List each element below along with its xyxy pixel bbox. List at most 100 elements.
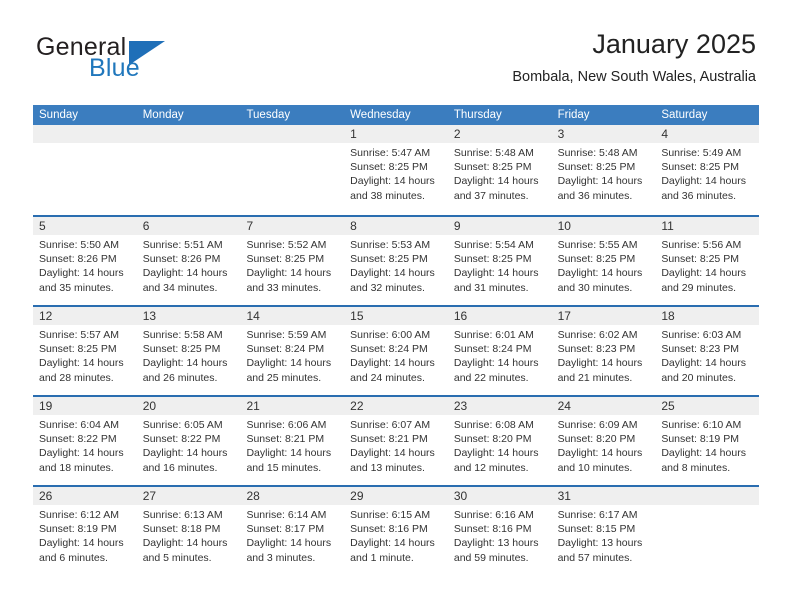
day-number: 12	[39, 309, 53, 323]
calendar-day-cell[interactable]: 14 Sunrise: 5:59 AM Sunset: 8:24 PM Dayligh…	[240, 307, 345, 395]
daylight-text-line1: Daylight: 14 hours	[350, 537, 435, 550]
daylight-text-line2: and 33 minutes.	[246, 281, 322, 294]
daylight-text-line2: and 8 minutes.	[661, 461, 731, 474]
sunset-text: Sunset: 8:25 PM	[39, 343, 117, 356]
sunrise-text: Sunrise: 5:48 AM	[453, 147, 534, 159]
day-number-band: 28	[240, 487, 345, 505]
day-details: Sunrise: 5:51 AM Sunset: 8:26 PM Daylight:…	[137, 235, 241, 295]
sunrise-text: Sunrise: 6:15 AM	[350, 509, 431, 521]
day-number-band: 5	[33, 217, 137, 235]
calendar-day-cell[interactable]: 25 Sunrise: 6:10 AM Sunset: 8:19 PM Dayligh…	[655, 397, 760, 485]
daylight-text-line1: Daylight: 14 hours	[557, 175, 643, 188]
calendar-day-cell[interactable]: 31 Sunrise: 6:17 AM Sunset: 8:15 PM Dayligh…	[551, 487, 656, 575]
calendar-week-row: 26 Sunrise: 6:12 AM Sunset: 8:19 PM Dayligh…	[33, 485, 760, 575]
day-number: 18	[661, 309, 675, 323]
daylight-text-line1: Daylight: 14 hours	[661, 267, 746, 280]
calendar-day-cell[interactable]: 28 Sunrise: 6:14 AM Sunset: 8:17 PM Dayligh…	[240, 487, 345, 575]
sunset-text: Sunset: 8:25 PM	[246, 253, 325, 266]
day-details: Sunrise: 5:49 AM Sunset: 8:25 PM Daylight:…	[655, 143, 759, 203]
day-number: 22	[350, 399, 364, 413]
sunset-text: Sunset: 8:25 PM	[350, 161, 428, 174]
sunrise-text: Sunrise: 5:54 AM	[453, 239, 534, 251]
calendar-day-cell[interactable]: 1 Sunrise: 5:47 AM Sunset: 8:25 PM Daylight…	[344, 125, 448, 215]
day-number: 24	[557, 399, 571, 413]
day-details: Sunrise: 6:10 AM Sunset: 8:19 PM Daylight:…	[655, 415, 759, 475]
day-details: Sunrise: 5:53 AM Sunset: 8:25 PM Daylight:…	[344, 235, 448, 295]
logo-word-blue: Blue	[89, 54, 140, 82]
calendar-day-empty	[136, 125, 241, 215]
day-number-band: 27	[136, 487, 241, 505]
calendar-day-empty	[33, 125, 137, 215]
daylight-text-line1: Daylight: 14 hours	[142, 447, 228, 460]
sunrise-text: Sunrise: 6:17 AM	[557, 509, 638, 521]
sunrise-text: Sunrise: 6:08 AM	[453, 419, 534, 431]
sunset-text: Sunset: 8:25 PM	[350, 253, 428, 266]
daylight-text-line1: Daylight: 14 hours	[39, 447, 124, 460]
calendar-day-cell[interactable]: 20 Sunrise: 6:05 AM Sunset: 8:22 PM Dayligh…	[136, 397, 241, 485]
day-number: 3	[557, 127, 565, 141]
daylight-text-line2: and 32 minutes.	[350, 281, 425, 294]
daylight-text-line1: Daylight: 14 hours	[350, 447, 435, 460]
calendar-week-row: 19 Sunrise: 6:04 AM Sunset: 8:22 PM Dayligh…	[33, 395, 760, 485]
calendar-day-cell[interactable]: 16 Sunrise: 6:01 AM Sunset: 8:24 PM Dayligh…	[447, 307, 552, 395]
calendar-day-cell[interactable]: 2 Sunrise: 5:48 AM Sunset: 8:25 PM Daylight…	[447, 125, 552, 215]
calendar-week-row: 1 Sunrise: 5:47 AM Sunset: 8:25 PM Daylight…	[33, 125, 760, 215]
weekday-header-thursday: Thursday	[453, 109, 502, 121]
general-blue-logo[interactable]: General Blue	[36, 33, 236, 87]
calendar-day-cell[interactable]: 19 Sunrise: 6:04 AM Sunset: 8:22 PM Dayligh…	[33, 397, 137, 485]
calendar-day-cell[interactable]: 23 Sunrise: 6:08 AM Sunset: 8:20 PM Dayligh…	[447, 397, 552, 485]
daylight-text-line1: Daylight: 14 hours	[142, 357, 228, 370]
day-number-band: 31	[551, 487, 656, 505]
day-details: Sunrise: 5:59 AM Sunset: 8:24 PM Daylight:…	[240, 325, 344, 385]
daylight-text-line2: and 3 minutes.	[246, 551, 316, 564]
day-number: 14	[246, 309, 260, 323]
calendar-day-cell[interactable]: 8 Sunrise: 5:53 AM Sunset: 8:25 PM Daylight…	[344, 217, 448, 305]
daylight-text-line2: and 30 minutes.	[557, 281, 633, 294]
sunset-text: Sunset: 8:25 PM	[557, 161, 636, 174]
daylight-text-line1: Daylight: 14 hours	[557, 447, 643, 460]
sunrise-text: Sunrise: 6:03 AM	[661, 329, 742, 341]
daylight-text-line1: Daylight: 14 hours	[557, 267, 643, 280]
day-number-band: 4	[655, 125, 760, 143]
calendar-day-cell[interactable]: 24 Sunrise: 6:09 AM Sunset: 8:20 PM Dayligh…	[551, 397, 656, 485]
day-number-band	[655, 487, 760, 505]
calendar-day-cell[interactable]: 6 Sunrise: 5:51 AM Sunset: 8:26 PM Daylight…	[136, 217, 241, 305]
day-number: 10	[557, 219, 571, 233]
day-number: 19	[39, 399, 53, 413]
daylight-text-line1: Daylight: 14 hours	[350, 175, 435, 188]
sunrise-text: Sunrise: 5:47 AM	[350, 147, 431, 159]
day-details: Sunrise: 5:54 AM Sunset: 8:25 PM Daylight:…	[448, 235, 552, 295]
calendar-day-cell[interactable]: 22 Sunrise: 6:07 AM Sunset: 8:21 PM Dayligh…	[344, 397, 448, 485]
daylight-text-line2: and 22 minutes.	[453, 371, 529, 384]
day-number: 25	[661, 399, 675, 413]
day-number-band: 3	[551, 125, 656, 143]
daylight-text-line1: Daylight: 14 hours	[39, 267, 124, 280]
daylight-text-line2: and 5 minutes.	[142, 551, 212, 564]
calendar-day-cell[interactable]: 27 Sunrise: 6:13 AM Sunset: 8:18 PM Dayligh…	[136, 487, 241, 575]
day-details: Sunrise: 5:48 AM Sunset: 8:25 PM Daylight:…	[448, 143, 552, 203]
calendar-day-cell[interactable]: 21 Sunrise: 6:06 AM Sunset: 8:21 PM Dayligh…	[240, 397, 345, 485]
calendar-day-empty	[240, 125, 345, 215]
calendar-day-cell[interactable]: 12 Sunrise: 5:57 AM Sunset: 8:25 PM Dayligh…	[33, 307, 137, 395]
calendar-day-cell[interactable]: 13 Sunrise: 5:58 AM Sunset: 8:25 PM Dayligh…	[136, 307, 241, 395]
calendar-day-cell[interactable]: 9 Sunrise: 5:54 AM Sunset: 8:25 PM Daylight…	[447, 217, 552, 305]
calendar-day-cell[interactable]: 26 Sunrise: 6:12 AM Sunset: 8:19 PM Dayligh…	[33, 487, 137, 575]
day-number: 29	[350, 489, 364, 503]
calendar-day-cell[interactable]: 17 Sunrise: 6:02 AM Sunset: 8:23 PM Dayligh…	[551, 307, 656, 395]
sunrise-text: Sunrise: 5:48 AM	[557, 147, 638, 159]
calendar-day-cell[interactable]: 30 Sunrise: 6:16 AM Sunset: 8:16 PM Dayligh…	[447, 487, 552, 575]
sunrise-text: Sunrise: 5:51 AM	[142, 239, 223, 251]
calendar-day-cell[interactable]: 4 Sunrise: 5:49 AM Sunset: 8:25 PM Daylight…	[655, 125, 760, 215]
calendar-day-cell[interactable]: 18 Sunrise: 6:03 AM Sunset: 8:23 PM Dayligh…	[655, 307, 760, 395]
day-details: Sunrise: 5:58 AM Sunset: 8:25 PM Daylight:…	[137, 325, 241, 385]
sunrise-text: Sunrise: 5:52 AM	[246, 239, 327, 251]
sunset-text: Sunset: 8:24 PM	[350, 343, 428, 356]
calendar-day-cell[interactable]: 10 Sunrise: 5:55 AM Sunset: 8:25 PM Dayligh…	[551, 217, 656, 305]
calendar-day-cell[interactable]: 15 Sunrise: 6:00 AM Sunset: 8:24 PM Dayligh…	[344, 307, 448, 395]
daylight-text-line1: Daylight: 14 hours	[350, 267, 435, 280]
calendar-day-cell[interactable]: 5 Sunrise: 5:50 AM Sunset: 8:26 PM Daylight…	[33, 217, 137, 305]
calendar-day-cell[interactable]: 3 Sunrise: 5:48 AM Sunset: 8:25 PM Daylight…	[551, 125, 656, 215]
calendar-day-cell[interactable]: 29 Sunrise: 6:15 AM Sunset: 8:16 PM Dayligh…	[344, 487, 448, 575]
calendar-day-cell[interactable]: 11 Sunrise: 5:56 AM Sunset: 8:25 PM Dayligh…	[655, 217, 760, 305]
calendar-day-cell[interactable]: 7 Sunrise: 5:52 AM Sunset: 8:25 PM Daylight…	[240, 217, 345, 305]
